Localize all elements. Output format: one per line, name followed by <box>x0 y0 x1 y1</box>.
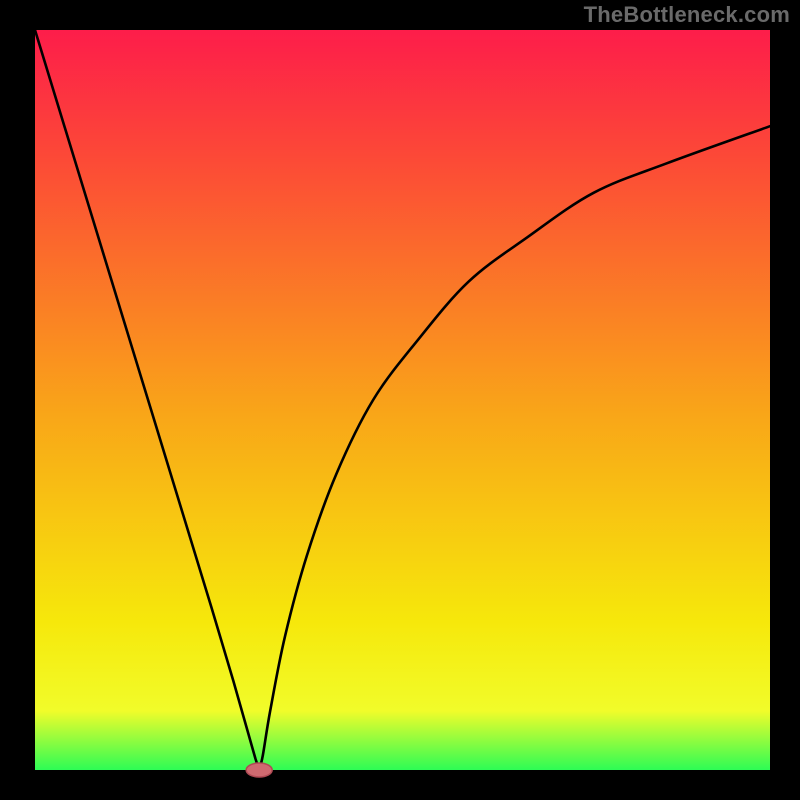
watermark-text: TheBottleneck.com <box>584 2 790 28</box>
chart-frame: TheBottleneck.com <box>0 0 800 800</box>
bottleneck-chart <box>0 0 800 800</box>
plot-background <box>35 30 770 770</box>
optimal-marker <box>246 763 272 777</box>
